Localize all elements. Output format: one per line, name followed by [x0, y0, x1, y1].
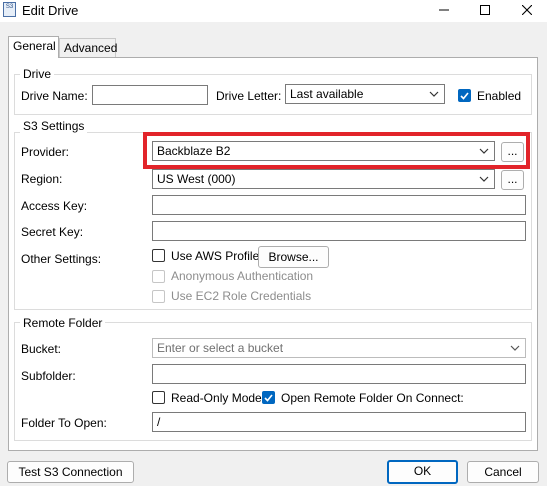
- minimize-icon: [439, 9, 449, 11]
- tab-general[interactable]: General: [8, 36, 59, 58]
- folder-to-open-label: Folder To Open:: [21, 416, 107, 430]
- read-only-checkbox[interactable]: [152, 391, 165, 404]
- secret-key-input[interactable]: [152, 221, 526, 241]
- bucket-label: Bucket:: [21, 342, 62, 356]
- remote-folder-group-title: Remote Folder: [20, 316, 106, 330]
- tab-general-label: General: [13, 39, 56, 53]
- maximize-icon: [480, 5, 490, 15]
- tab-advanced[interactable]: Advanced: [59, 38, 118, 57]
- drive-letter-value: Last available: [290, 87, 364, 101]
- title-bar: S3 Edit Drive: [0, 0, 547, 22]
- chevron-down-icon: [510, 345, 520, 351]
- region-more-button[interactable]: ...: [501, 170, 524, 190]
- window-title: Edit Drive: [22, 3, 79, 18]
- drive-name-input[interactable]: [92, 85, 208, 105]
- use-aws-profile-label: Use AWS Profile: [171, 249, 260, 263]
- checkmark-icon: [264, 394, 273, 402]
- drive-group-title: Drive: [20, 67, 55, 81]
- use-aws-profile-checkbox[interactable]: [152, 249, 165, 262]
- subfolder-input[interactable]: [152, 364, 526, 384]
- anonymous-auth-checkbox[interactable]: [152, 270, 165, 283]
- ec2-role-label: Use EC2 Role Credentials: [171, 289, 312, 303]
- secret-key-label: Secret Key:: [21, 225, 84, 239]
- region-label: Region:: [21, 172, 63, 186]
- subfolder-label: Subfolder:: [21, 369, 76, 383]
- browse-button[interactable]: Browse...: [258, 246, 329, 268]
- access-key-label: Access Key:: [21, 199, 88, 213]
- provider-highlight-box: [143, 132, 530, 169]
- bucket-select[interactable]: Enter or select a bucket: [152, 338, 526, 358]
- close-icon: [522, 5, 532, 15]
- other-settings-label: Other Settings:: [21, 252, 102, 266]
- minimize-button[interactable]: [425, 0, 463, 20]
- s3-settings-group-title: S3 Settings: [20, 119, 88, 133]
- open-on-connect-checkbox[interactable]: [262, 391, 275, 404]
- enabled-checkbox[interactable]: [458, 89, 471, 102]
- chevron-down-icon: [479, 176, 489, 182]
- test-connection-button[interactable]: Test S3 Connection: [7, 461, 134, 483]
- drive-letter-label: Drive Letter:: [216, 89, 282, 103]
- maximize-button[interactable]: [466, 0, 504, 20]
- cancel-button[interactable]: Cancel: [467, 461, 539, 483]
- access-key-input[interactable]: [152, 195, 526, 215]
- drive-name-label: Drive Name:: [21, 89, 88, 103]
- app-icon: S3: [3, 2, 16, 17]
- close-button[interactable]: [508, 0, 546, 20]
- enabled-label: Enabled: [477, 89, 522, 103]
- drive-letter-select[interactable]: Last available: [285, 84, 445, 104]
- ok-button[interactable]: OK: [387, 460, 458, 484]
- anonymous-auth-label: Anonymous Authentication: [171, 269, 314, 283]
- open-on-connect-label: Open Remote Folder On Connect:: [281, 391, 464, 405]
- chevron-down-icon: [429, 91, 439, 97]
- ec2-role-checkbox[interactable]: [152, 290, 165, 303]
- checkmark-icon: [460, 92, 469, 100]
- tab-advanced-label: Advanced: [64, 41, 118, 55]
- read-only-label: Read-Only Mode: [171, 391, 262, 405]
- folder-to-open-input[interactable]: /: [152, 412, 526, 432]
- region-value: US West (000): [157, 172, 236, 186]
- provider-label: Provider:: [21, 145, 70, 159]
- region-select[interactable]: US West (000): [152, 169, 495, 189]
- bucket-placeholder: Enter or select a bucket: [157, 341, 284, 355]
